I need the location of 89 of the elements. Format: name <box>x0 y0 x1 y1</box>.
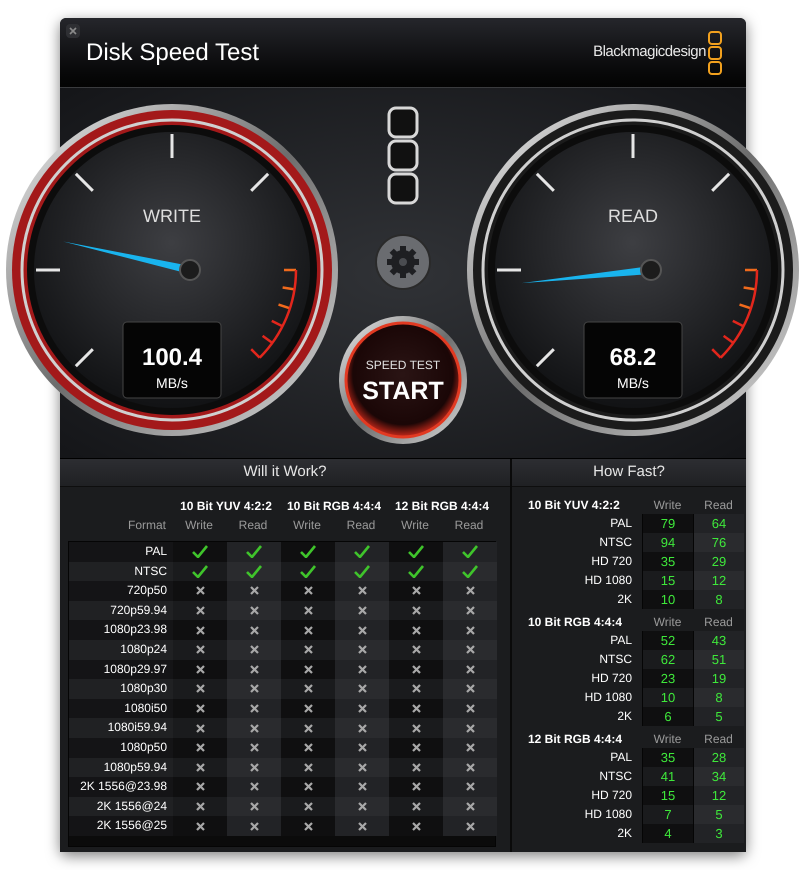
column-header: Write <box>184 517 214 534</box>
speed-value: 68.2 <box>610 344 656 371</box>
speed-cell: 43 <box>693 631 744 650</box>
speed-cell: 76 <box>693 533 744 552</box>
format-label: HD 720 <box>590 787 633 804</box>
close-icon <box>69 27 77 35</box>
format-label: 720p59.94 <box>69 600 173 620</box>
speed-cell: 35 <box>642 552 693 571</box>
logo-icon <box>708 30 722 74</box>
window-title: Disk Speed Test <box>86 38 259 68</box>
format-label: 720p50 <box>69 581 173 601</box>
format-label: 1080p50 <box>69 738 173 758</box>
speed-cell: 12 <box>693 571 744 590</box>
format-label: 1080p30 <box>69 679 173 699</box>
format-label: NTSC <box>598 534 633 551</box>
format-label: PAL <box>609 749 633 766</box>
close-button[interactable] <box>66 24 80 38</box>
section-header: 10 Bit RGB 4:4:4 <box>528 614 624 630</box>
speed-cell: 3 <box>693 824 744 843</box>
column-group-header: 12 Bit RGB 4:4:4 <box>394 498 490 515</box>
column-header: Read <box>703 614 734 630</box>
column-group-header: 10 Bit YUV 4:2:2 <box>179 498 273 515</box>
format-label: HD 1080 <box>584 572 633 589</box>
speed-cell: 29 <box>693 552 744 571</box>
speed-cell: 51 <box>693 650 744 669</box>
format-label: 1080p59.94 <box>69 758 173 778</box>
speed-cell: 10 <box>642 590 693 609</box>
speed-cell: 23 <box>642 669 693 688</box>
speed-cell: 35 <box>642 748 693 767</box>
format-label: 2K 1556@25 <box>69 816 173 836</box>
format-label: HD 1080 <box>584 689 633 706</box>
start-button[interactable]: SPEED TEST START <box>339 316 467 444</box>
speed-cell: 64 <box>693 514 744 533</box>
format-label: PAL <box>609 632 633 649</box>
column-header: Read <box>454 517 484 534</box>
column-header: Write <box>400 517 430 534</box>
column-header: Read <box>238 517 268 534</box>
column-header: Read <box>703 730 734 748</box>
speed-cell: 15 <box>642 786 693 805</box>
unit-label: MB/s <box>156 375 188 391</box>
format-label: 1080p24 <box>69 640 173 660</box>
column-header: Read <box>703 496 734 514</box>
speed-value: 100.4 <box>142 344 202 371</box>
speed-cell: 28 <box>693 748 744 767</box>
speed-cell: 19 <box>693 669 744 688</box>
format-label: 2K <box>616 708 633 725</box>
speed-cell: 8 <box>693 688 744 707</box>
format-label: PAL <box>69 542 173 562</box>
format-label: HD 1080 <box>584 806 633 823</box>
gauge-label: WRITE <box>143 206 201 226</box>
format-label: PAL <box>609 515 633 532</box>
speed-cell: 79 <box>642 514 693 533</box>
gauge-label: READ <box>608 206 658 226</box>
settings-button[interactable] <box>375 234 431 290</box>
format-label: 2K <box>616 825 633 842</box>
section-title: How Fast? <box>593 462 665 482</box>
format-label: NTSC <box>598 768 633 785</box>
section-header: 10 Bit YUV 4:2:2 <box>528 496 621 514</box>
format-label: HD 720 <box>590 553 633 570</box>
speed-cell: 8 <box>693 590 744 609</box>
format-label: 1080p23.98 <box>69 620 173 640</box>
format-label: 1080i50 <box>69 698 173 718</box>
format-label: 2K 1556@23.98 <box>69 777 173 797</box>
section-header: 12 Bit RGB 4:4:4 <box>528 730 624 748</box>
column-header: Read <box>346 517 376 534</box>
format-label: 2K <box>616 591 633 608</box>
column-header: Write <box>652 614 682 630</box>
column-header: Write <box>292 517 322 534</box>
speed-cell: 5 <box>693 707 744 726</box>
format-label: HD 720 <box>590 670 633 687</box>
column-header: Write <box>652 496 682 514</box>
column-header: Format <box>126 517 167 534</box>
unit-label: MB/s <box>617 375 649 391</box>
brand-name: Blackmagicdesign <box>593 42 706 62</box>
speed-cell: 34 <box>693 767 744 786</box>
format-label: 2K 1556@24 <box>69 796 173 816</box>
column-header: Write <box>652 730 682 748</box>
column-group-header: 10 Bit RGB 4:4:4 <box>286 498 382 515</box>
speed-cell: 4 <box>642 824 693 843</box>
format-label: NTSC <box>69 562 173 582</box>
speed-cell: 52 <box>642 631 693 650</box>
section-title: Will it Work? <box>243 462 327 482</box>
format-label: 1080i59.94 <box>69 718 173 738</box>
format-label: 1080p29.97 <box>69 660 173 680</box>
squares-icon <box>388 106 418 204</box>
format-label: NTSC <box>598 651 633 668</box>
speed-cell: 6 <box>642 707 693 726</box>
speed-cell: 5 <box>693 805 744 824</box>
speed-cell: 12 <box>693 786 744 805</box>
